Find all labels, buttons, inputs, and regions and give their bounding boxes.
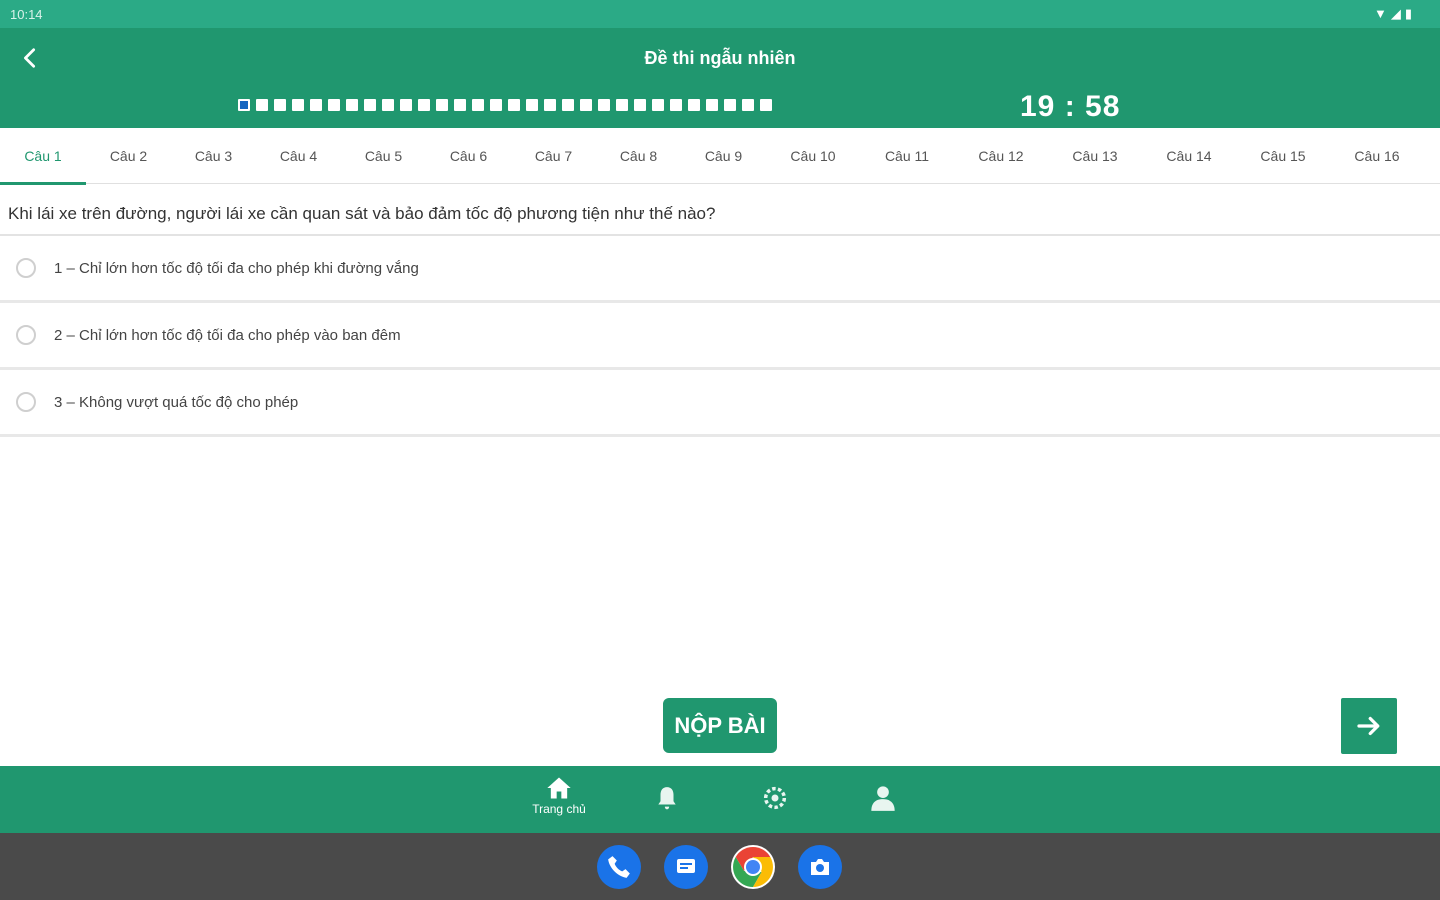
- camera-icon: [811, 859, 829, 875]
- progress-square: [490, 99, 502, 111]
- progress-square: [472, 99, 484, 111]
- progress-square: [562, 99, 574, 111]
- answer-option[interactable]: 2 – Chỉ lớn hơn tốc độ tối đa cho phép v…: [0, 303, 1440, 370]
- app-bar: Đề thi ngẫu nhiên 19 : 58: [0, 28, 1440, 128]
- progress-square: [310, 99, 322, 111]
- progress-square: [742, 99, 754, 111]
- tab-question-7[interactable]: Câu 7: [511, 128, 596, 184]
- countdown-timer: 19 : 58: [1020, 90, 1121, 123]
- progress-square: [670, 99, 682, 111]
- answer-text: 2 – Chỉ lớn hơn tốc độ tối đa cho phép v…: [54, 326, 401, 344]
- chrome-icon: [733, 847, 773, 887]
- progress-square: [634, 99, 646, 111]
- chrome-app[interactable]: [731, 845, 775, 889]
- tab-question-8[interactable]: Câu 8: [596, 128, 681, 184]
- system-dock: [0, 833, 1440, 900]
- answer-option[interactable]: 3 – Không vượt quá tốc độ cho phép: [0, 370, 1440, 437]
- progress-square: [400, 99, 412, 111]
- progress-square: [706, 99, 718, 111]
- progress-square: [418, 99, 430, 111]
- message-icon: [677, 859, 695, 873]
- next-question-button[interactable]: [1341, 698, 1397, 754]
- submit-button[interactable]: NỘP BÀI: [663, 698, 777, 753]
- tab-question-1[interactable]: Câu 1: [0, 128, 86, 185]
- person-icon: [871, 786, 895, 811]
- bottom-navigation: Trang chủ: [0, 766, 1440, 833]
- progress-square: [580, 99, 592, 111]
- nav-profile[interactable]: [843, 774, 923, 826]
- status-time: 10:14: [10, 7, 43, 22]
- progress-square: [526, 99, 538, 111]
- phone-app[interactable]: [597, 845, 641, 889]
- nav-home-label: Trang chủ: [532, 802, 586, 816]
- progress-square: [382, 99, 394, 111]
- tab-question-3[interactable]: Câu 3: [171, 128, 256, 184]
- progress-square: [652, 99, 664, 111]
- messages-app[interactable]: [664, 845, 708, 889]
- tab-question-13[interactable]: Câu 13: [1048, 128, 1142, 184]
- tab-question-16[interactable]: Câu 16: [1330, 128, 1424, 184]
- wifi-icon: ▼: [1373, 6, 1387, 21]
- tab-question-9[interactable]: Câu 9: [681, 128, 766, 184]
- page-title: Đề thi ngẫu nhiên: [644, 48, 796, 68]
- tab-question-11[interactable]: Câu 11: [860, 128, 954, 184]
- progress-square: [238, 99, 250, 111]
- answer-option[interactable]: 1 – Chỉ lớn hơn tốc độ tối đa cho phép k…: [0, 236, 1440, 303]
- question-tabs: Câu 1 Câu 2 Câu 3 Câu 4 Câu 5 Câu 6 Câu 7 Câu 8…: [0, 128, 1440, 185]
- progress-square: [346, 99, 358, 111]
- answer-text: 3 – Không vượt quá tốc độ cho phép: [54, 393, 299, 411]
- nav-home[interactable]: Trang chủ: [519, 774, 599, 826]
- arrow-forward-icon: [1357, 716, 1380, 736]
- question-progress: [238, 99, 772, 111]
- radio-button[interactable]: [16, 392, 36, 412]
- progress-square: [616, 99, 628, 111]
- tab-question-10[interactable]: Câu 10: [766, 128, 860, 184]
- tab-question-6[interactable]: Câu 6: [426, 128, 511, 184]
- progress-square: [598, 99, 610, 111]
- camera-app[interactable]: [798, 845, 842, 889]
- answer-text: 1 – Chỉ lớn hơn tốc độ tối đa cho phép k…: [54, 259, 419, 277]
- progress-square: [436, 99, 448, 111]
- nav-notifications[interactable]: [627, 774, 707, 826]
- tab-question-14[interactable]: Câu 14: [1142, 128, 1236, 184]
- battery-icon: ▮: [1404, 6, 1412, 21]
- tab-question-15[interactable]: Câu 15: [1236, 128, 1330, 184]
- progress-square: [328, 99, 340, 111]
- tab-question-12[interactable]: Câu 12: [954, 128, 1048, 184]
- question-text: Khi lái xe trên đường, người lái xe cần …: [0, 184, 1440, 236]
- progress-square: [292, 99, 304, 111]
- answer-list: 1 – Chỉ lớn hơn tốc độ tối đa cho phép k…: [0, 236, 1440, 437]
- progress-square: [508, 99, 520, 111]
- progress-square: [760, 99, 772, 111]
- progress-square: [256, 99, 268, 111]
- progress-square: [274, 99, 286, 111]
- progress-square: [544, 99, 556, 111]
- phone-icon: [608, 856, 630, 878]
- status-icons: ▼ ◢ ▮: [1374, 6, 1412, 22]
- progress-square: [688, 99, 700, 111]
- nav-settings[interactable]: [735, 774, 815, 826]
- radio-button[interactable]: [16, 258, 36, 278]
- progress-square: [724, 99, 736, 111]
- radio-button[interactable]: [16, 325, 36, 345]
- status-bar: 10:14 ▼ ◢ ▮: [0, 0, 1440, 28]
- tab-question-5[interactable]: Câu 5: [341, 128, 426, 184]
- gear-icon: [763, 786, 787, 810]
- tab-question-4[interactable]: Câu 4: [256, 128, 341, 184]
- tab-question-2[interactable]: Câu 2: [86, 128, 171, 184]
- home-icon: [547, 777, 571, 799]
- progress-square: [454, 99, 466, 111]
- bell-icon: [658, 787, 676, 810]
- signal-icon: ◢: [1390, 6, 1401, 21]
- progress-square: [364, 99, 376, 111]
